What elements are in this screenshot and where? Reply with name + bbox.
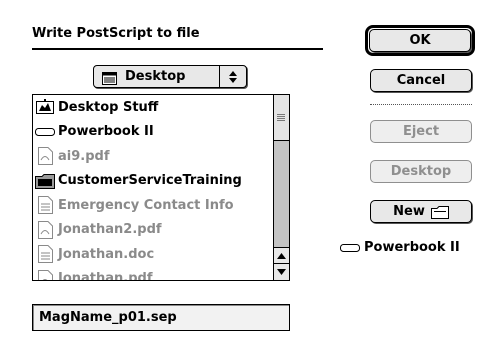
folder-icon <box>430 205 449 219</box>
list-item-label: Jonathan.pdf <box>58 271 153 281</box>
button-separator <box>370 104 472 105</box>
desktop-icon <box>102 70 117 85</box>
list-item-label: Jonathan2.pdf <box>58 222 162 238</box>
scroll-down-button[interactable] <box>274 263 289 280</box>
folder-tree-icon <box>35 98 55 116</box>
scroll-up-button[interactable] <box>274 247 289 264</box>
scrollbar-thumb[interactable] <box>274 95 289 141</box>
list-item-label: Emergency Contact Info <box>58 197 234 213</box>
pdf-document-icon <box>35 220 55 239</box>
pdf-document-icon <box>35 147 55 166</box>
file-list-scrollbar[interactable] <box>273 95 289 280</box>
list-item-label: Powerbook II <box>58 124 154 140</box>
desktop-button[interactable]: Desktop <box>370 160 472 183</box>
list-item[interactable]: Powerbook II <box>33 120 289 145</box>
title-divider <box>32 48 323 50</box>
list-item-label: CustomerServiceTraining <box>58 173 242 189</box>
pdf-document-icon <box>35 269 55 280</box>
new-folder-button-label: New <box>393 204 425 219</box>
new-folder-button[interactable]: New <box>370 200 472 223</box>
list-item[interactable]: CustomerServiceTraining <box>33 169 289 194</box>
document-icon <box>35 196 55 215</box>
list-item[interactable]: Jonathan.doc <box>33 242 289 267</box>
drive-icon <box>340 243 360 253</box>
folder-icon <box>35 172 55 190</box>
up-down-arrows-icon <box>219 66 246 87</box>
file-list[interactable]: Desktop Stuff Powerbook II ai9.pdf Custo… <box>32 94 290 281</box>
drive-icon <box>35 123 55 141</box>
grip-icon <box>277 114 285 122</box>
list-item[interactable]: Jonathan.pdf <box>33 267 289 281</box>
eject-button[interactable]: Eject <box>370 120 472 143</box>
list-item[interactable]: Jonathan2.pdf <box>33 218 289 243</box>
dialog-title: Write PostScript to file <box>32 26 200 41</box>
location-popup-label: Desktop <box>125 69 186 84</box>
current-volume-label: Powerbook II <box>364 240 460 255</box>
list-item-label: Desktop Stuff <box>58 99 159 115</box>
arrow-down-icon <box>277 269 286 275</box>
document-icon <box>35 245 55 264</box>
list-item[interactable]: Emergency Contact Info <box>33 193 289 218</box>
list-item[interactable]: Desktop Stuff <box>33 95 289 120</box>
save-dialog: Write PostScript to file Desktop Desktop… <box>0 0 492 341</box>
list-item-label: Jonathan.doc <box>58 246 155 262</box>
list-item-label: ai9.pdf <box>58 148 110 164</box>
current-volume: Powerbook II <box>340 240 460 255</box>
arrow-up-icon <box>277 253 286 259</box>
location-popup[interactable]: Desktop <box>93 65 247 88</box>
filename-input[interactable]: MagName_p01.sep <box>32 304 290 331</box>
ok-button[interactable]: OK <box>369 29 471 52</box>
list-item[interactable]: ai9.pdf <box>33 144 289 169</box>
cancel-button[interactable]: Cancel <box>370 69 472 92</box>
